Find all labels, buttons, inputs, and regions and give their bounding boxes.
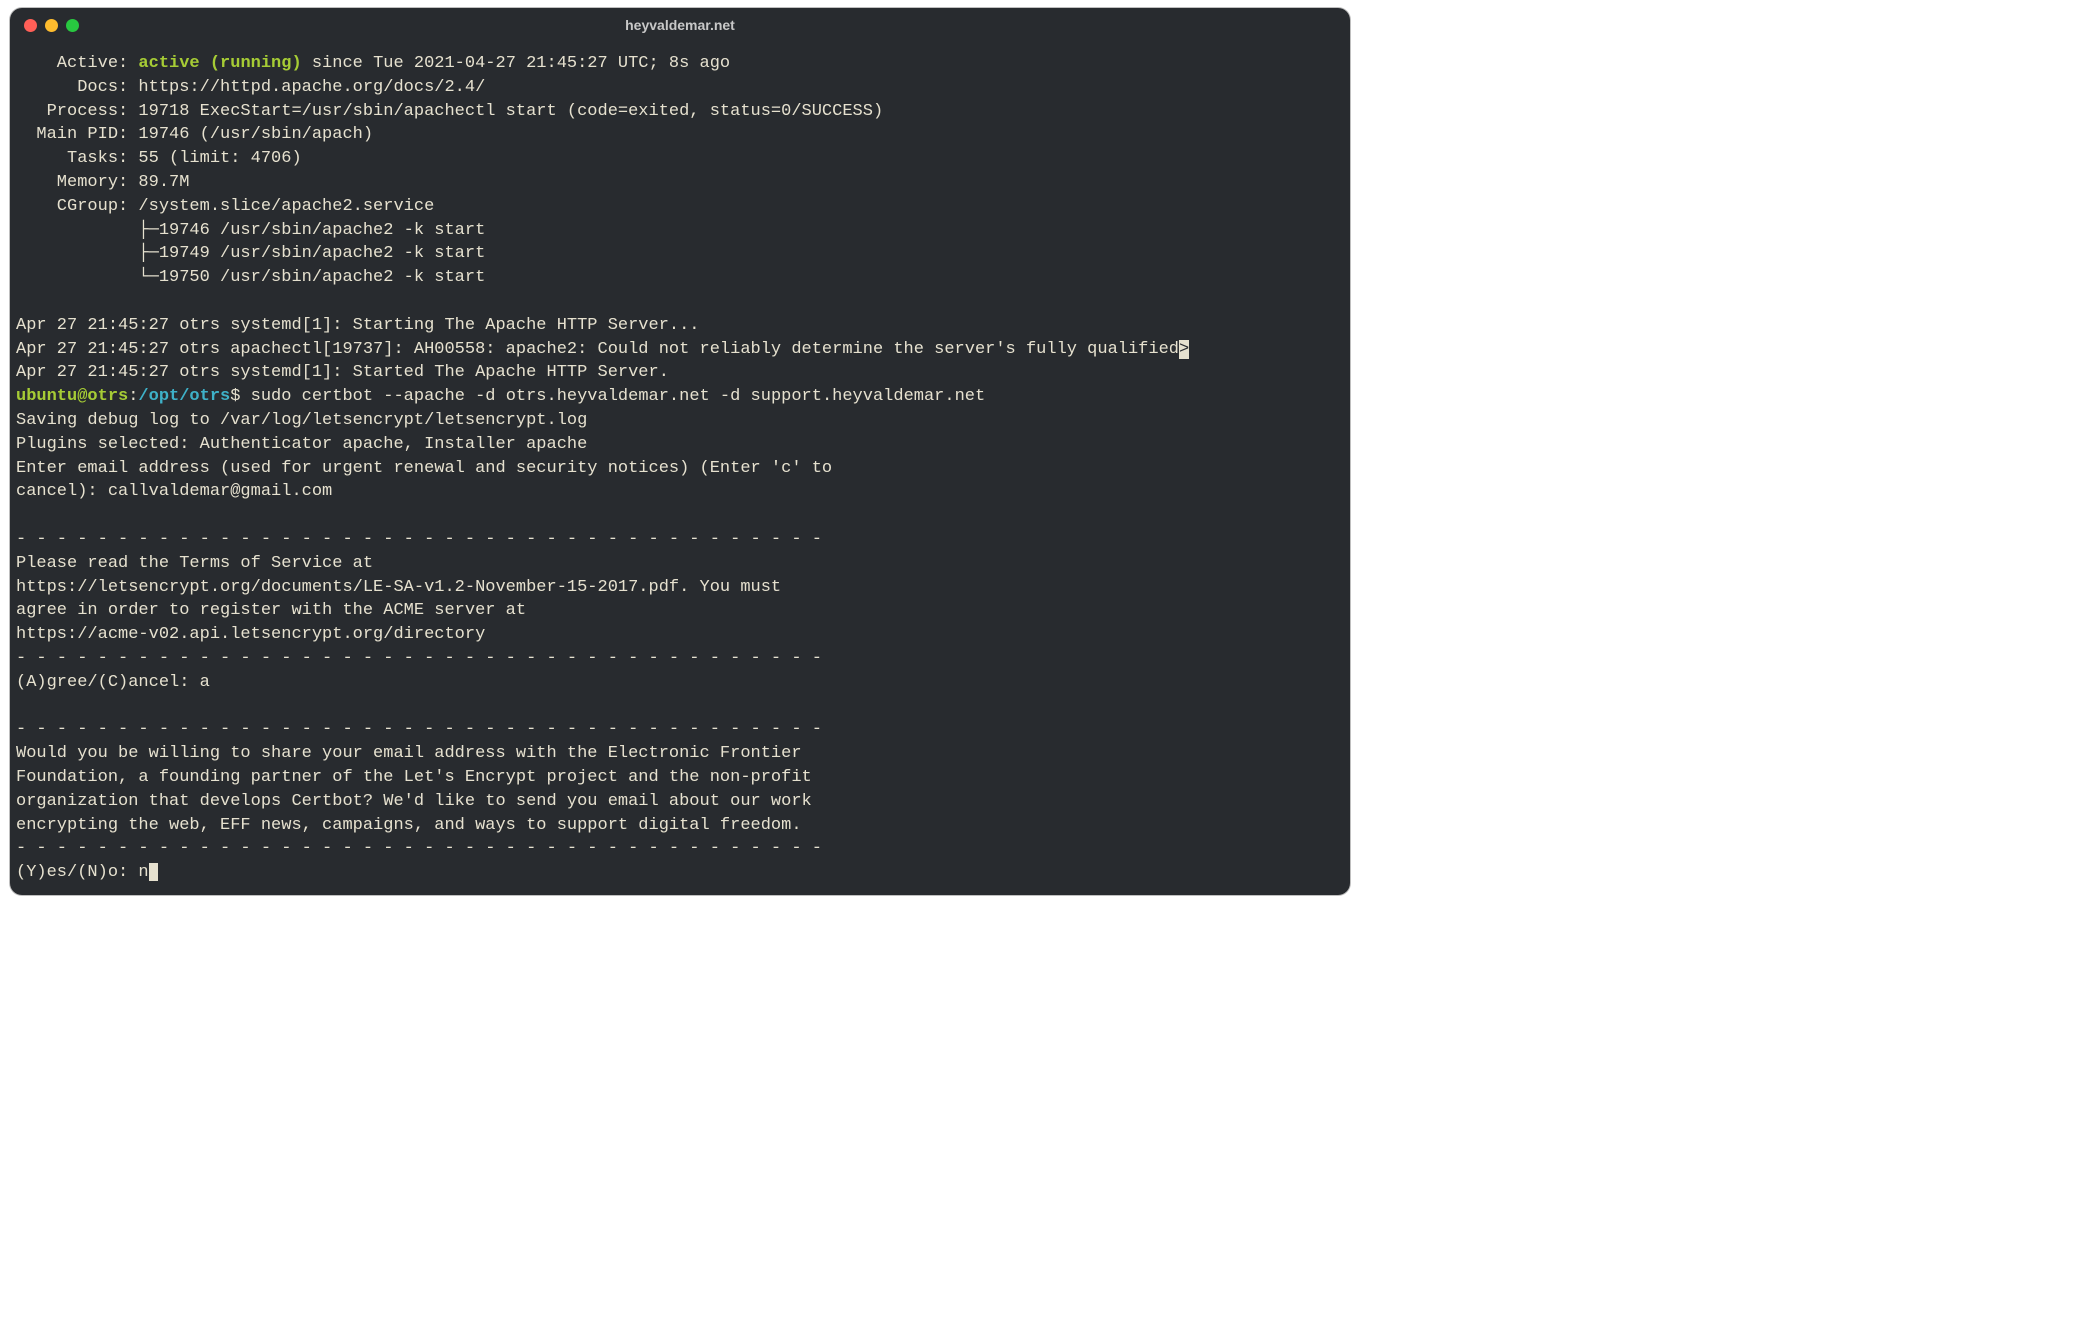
- divider: - - - - - - - - - - - - - - - - - - - - …: [16, 720, 822, 739]
- log-line-1: Apr 27 21:45:27 otrs systemd[1]: Startin…: [16, 316, 700, 335]
- output-line: https://acme-v02.api.letsencrypt.org/dir…: [16, 625, 485, 644]
- status-cgroup-3: └─19750 /usr/sbin/apache2 -k start: [16, 268, 485, 287]
- zoom-icon[interactable]: [66, 19, 79, 32]
- status-process: Process: 19718 ExecStart=/usr/sbin/apach…: [16, 102, 883, 121]
- output-line: Would you be willing to share your email…: [16, 744, 802, 763]
- status-mainpid: Main PID: 19746 (/usr/sbin/apach): [16, 125, 373, 144]
- window-controls: [24, 19, 79, 32]
- status-cgroup-2: ├─19749 /usr/sbin/apache2 -k start: [16, 244, 485, 263]
- status-memory: Memory: 89.7M: [16, 173, 189, 192]
- output-line: Enter email address (used for urgent ren…: [16, 459, 832, 478]
- divider: - - - - - - - - - - - - - - - - - - - - …: [16, 530, 822, 549]
- prompt-dollar: $: [230, 387, 250, 406]
- status-cgroup: CGroup: /system.slice/apache2.service: [16, 197, 434, 216]
- output-line: Saving debug log to /var/log/letsencrypt…: [16, 411, 587, 430]
- output-line: Plugins selected: Authenticator apache, …: [16, 435, 587, 454]
- minimize-icon[interactable]: [45, 19, 58, 32]
- email-input[interactable]: cancel): callvaldemar@gmail.com: [16, 482, 332, 501]
- terminal-body[interactable]: Active: active (running) since Tue 2021-…: [10, 42, 1350, 895]
- titlebar: heyvaldemar.net: [10, 8, 1350, 42]
- prompt-path: /opt/otrs: [138, 387, 230, 406]
- truncation-indicator-icon: >: [1179, 340, 1189, 359]
- log-line-3: Apr 27 21:45:27 otrs systemd[1]: Started…: [16, 363, 669, 382]
- output-line: Please read the Terms of Service at: [16, 554, 373, 573]
- output-line: encrypting the web, EFF news, campaigns,…: [16, 816, 802, 835]
- agree-input[interactable]: (A)gree/(C)ancel: a: [16, 673, 210, 692]
- divider: - - - - - - - - - - - - - - - - - - - - …: [16, 649, 822, 668]
- cursor-icon: [149, 863, 158, 881]
- prompt-userhost: ubuntu@otrs: [16, 387, 128, 406]
- window-title: heyvaldemar.net: [10, 17, 1350, 33]
- output-line: Foundation, a founding partner of the Le…: [16, 768, 812, 787]
- status-active-label: Active:: [16, 54, 138, 73]
- close-icon[interactable]: [24, 19, 37, 32]
- command-input[interactable]: sudo certbot --apache -d otrs.heyvaldema…: [251, 387, 986, 406]
- status-cgroup-1: ├─19746 /usr/sbin/apache2 -k start: [16, 221, 485, 240]
- yesno-input[interactable]: (Y)es/(N)o: n: [16, 863, 149, 882]
- output-line: agree in order to register with the ACME…: [16, 601, 526, 620]
- status-active-value: active (running): [138, 54, 301, 73]
- prompt-colon: :: [128, 387, 138, 406]
- terminal-window: heyvaldemar.net Active: active (running)…: [10, 8, 1350, 895]
- log-line-2: Apr 27 21:45:27 otrs apachectl[19737]: A…: [16, 340, 1179, 359]
- output-line: https://letsencrypt.org/documents/LE-SA-…: [16, 578, 781, 597]
- divider: - - - - - - - - - - - - - - - - - - - - …: [16, 839, 822, 858]
- output-line: organization that develops Certbot? We'd…: [16, 792, 812, 811]
- status-docs: Docs: https://httpd.apache.org/docs/2.4/: [16, 78, 485, 97]
- status-tasks: Tasks: 55 (limit: 4706): [16, 149, 302, 168]
- status-active-since: since Tue 2021-04-27 21:45:27 UTC; 8s ag…: [302, 54, 730, 73]
